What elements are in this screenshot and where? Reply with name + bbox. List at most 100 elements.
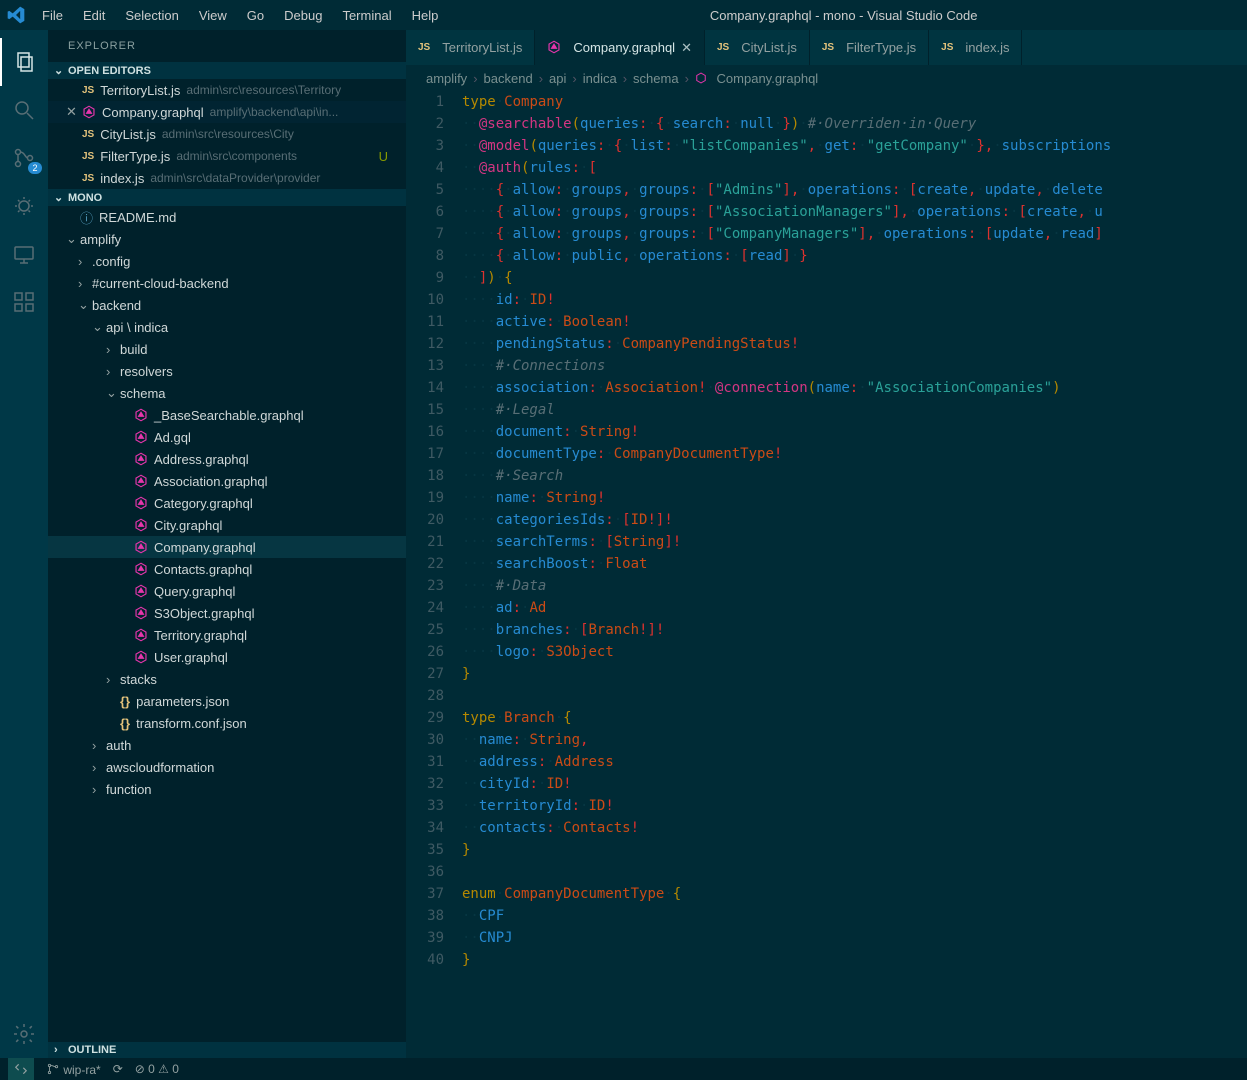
section-outline[interactable]: › Outline bbox=[48, 1042, 406, 1058]
status-problems[interactable]: ⊘ 0 ⚠ 0 bbox=[135, 1062, 179, 1076]
open-editor-item[interactable]: JSTerritoryList.jsadmin\src\resources\Te… bbox=[48, 79, 406, 101]
breadcrumb-item[interactable]: schema bbox=[633, 71, 679, 86]
editor-tab[interactable]: Company.graphql✕ bbox=[535, 30, 705, 65]
section-workspace[interactable]: ⌄ mono bbox=[48, 189, 406, 206]
file-name: TerritoryList.js bbox=[100, 83, 180, 98]
menu-terminal[interactable]: Terminal bbox=[334, 4, 399, 27]
tree-item-label: parameters.json bbox=[136, 694, 229, 709]
status-sync[interactable]: ⟳ bbox=[113, 1062, 123, 1076]
breadcrumb-item[interactable]: api bbox=[549, 71, 566, 86]
tree-file[interactable]: Territory.graphql bbox=[48, 624, 406, 646]
sidebar: Explorer ⌄ Open Editors JSTerritoryList.… bbox=[48, 30, 406, 1058]
tree-folder[interactable]: ⌄schema bbox=[48, 382, 406, 404]
open-editor-item[interactable]: JSCityList.jsadmin\src\resources\City bbox=[48, 123, 406, 145]
open-editor-item[interactable]: ✕Company.graphqlamplify\backend\api\in..… bbox=[48, 101, 406, 123]
breadcrumb-item[interactable]: amplify bbox=[426, 71, 467, 86]
tree-folder[interactable]: ›awscloudformation bbox=[48, 756, 406, 778]
breadcrumb[interactable]: amplify›backend›api›indica›schema› Compa… bbox=[406, 65, 1247, 91]
chevron-right-icon: › bbox=[92, 738, 106, 753]
tree-item-label: amplify bbox=[80, 232, 121, 247]
tree-file[interactable]: Category.graphql bbox=[48, 492, 406, 514]
tree-folder[interactable]: ›resolvers bbox=[48, 360, 406, 382]
file-path-hint: amplify\backend\api\in... bbox=[210, 105, 339, 119]
tree-folder[interactable]: ⌄backend bbox=[48, 294, 406, 316]
activity-extensions[interactable] bbox=[0, 278, 48, 326]
breadcrumb-item[interactable]: indica bbox=[583, 71, 617, 86]
tree-file[interactable]: S3Object.graphql bbox=[48, 602, 406, 624]
js-icon: JS bbox=[82, 173, 94, 184]
activity-settings[interactable] bbox=[0, 1010, 48, 1058]
menu-debug[interactable]: Debug bbox=[276, 4, 330, 27]
tree-file[interactable]: Company.graphql bbox=[48, 536, 406, 558]
tree-folder[interactable]: ›function bbox=[48, 778, 406, 800]
tree-file[interactable]: User.graphql bbox=[48, 646, 406, 668]
tree-item-label: Ad.gql bbox=[154, 430, 191, 445]
activity-scm[interactable]: 2 bbox=[0, 134, 48, 182]
editor-tab[interactable]: JSTerritoryList.js bbox=[406, 30, 535, 65]
tree-file[interactable]: {}transform.conf.json bbox=[48, 712, 406, 734]
file-path-hint: admin\src\components bbox=[176, 149, 297, 163]
breadcrumb-separator: › bbox=[473, 71, 477, 86]
chevron-right-icon: › bbox=[92, 782, 106, 797]
tree-file[interactable]: Query.graphql bbox=[48, 580, 406, 602]
editor-area: JSTerritoryList.jsCompany.graphql✕JSCity… bbox=[406, 30, 1247, 1058]
status-branch[interactable]: wip-ra* bbox=[46, 1062, 101, 1077]
breadcrumb-item[interactable]: Company.graphql bbox=[695, 71, 818, 86]
breadcrumb-separator: › bbox=[539, 71, 543, 86]
scm-badge: 2 bbox=[28, 162, 42, 174]
tree-file[interactable]: Contacts.graphql bbox=[48, 558, 406, 580]
menu-help[interactable]: Help bbox=[404, 4, 447, 27]
tree-folder[interactable]: ›.config bbox=[48, 250, 406, 272]
activity-debug[interactable] bbox=[0, 182, 48, 230]
js-icon: JS bbox=[717, 42, 729, 53]
tree-item-label: auth bbox=[106, 738, 131, 753]
tree-file[interactable]: Association.graphql bbox=[48, 470, 406, 492]
tree-folder[interactable]: ›auth bbox=[48, 734, 406, 756]
tree-file[interactable]: Address.graphql bbox=[48, 448, 406, 470]
open-editor-item[interactable]: JSFilterType.jsadmin\src\componentsU bbox=[48, 145, 406, 167]
activity-remote[interactable] bbox=[0, 230, 48, 278]
editor-tab[interactable]: JSFilterType.js bbox=[810, 30, 929, 65]
activity-explorer[interactable] bbox=[0, 38, 48, 86]
tree-folder[interactable]: ›build bbox=[48, 338, 406, 360]
tree-item-label: City.graphql bbox=[154, 518, 222, 533]
status-bar: wip-ra* ⟳ ⊘ 0 ⚠ 0 bbox=[0, 1058, 1247, 1080]
editor-tab[interactable]: JS CityList.js bbox=[705, 30, 810, 65]
graphql-icon bbox=[134, 606, 148, 623]
graphql-icon bbox=[134, 628, 148, 645]
chevron-right-icon: › bbox=[92, 760, 106, 775]
tree-file[interactable]: {}parameters.json bbox=[48, 690, 406, 712]
tree-folder[interactable]: ⌄amplify bbox=[48, 228, 406, 250]
menu-edit[interactable]: Edit bbox=[75, 4, 113, 27]
tab-label: FilterType.js bbox=[846, 40, 916, 55]
section-open-editors[interactable]: ⌄ Open Editors bbox=[48, 62, 406, 79]
code-content[interactable]: type·Company··@searchable(queries:·{·sea… bbox=[462, 91, 1247, 1058]
status-remote[interactable] bbox=[8, 1058, 34, 1080]
titlebar: FileEditSelectionViewGoDebugTerminalHelp… bbox=[0, 0, 1247, 30]
graphql-icon bbox=[134, 518, 148, 535]
activity-search[interactable] bbox=[0, 86, 48, 134]
tree-file[interactable]: _BaseSearchable.graphql bbox=[48, 404, 406, 426]
tree-folder[interactable]: ⌄api \ indica bbox=[48, 316, 406, 338]
menu-go[interactable]: Go bbox=[239, 4, 272, 27]
tree-file[interactable]: Ad.gql bbox=[48, 426, 406, 448]
editor-tab[interactable]: JSindex.js bbox=[929, 30, 1022, 65]
close-icon[interactable]: ✕ bbox=[681, 40, 692, 56]
tree-item-label: Company.graphql bbox=[154, 540, 256, 555]
tree-file[interactable]: ⓘREADME.md bbox=[48, 206, 406, 228]
breadcrumb-separator: › bbox=[623, 71, 627, 86]
chevron-down-icon: ⌄ bbox=[66, 231, 80, 247]
tree-file[interactable]: City.graphql bbox=[48, 514, 406, 536]
tab-label: CityList.js bbox=[741, 40, 797, 55]
code-area[interactable]: 1234567891011121314151617181920212223242… bbox=[406, 91, 1247, 1058]
breadcrumb-item[interactable]: backend bbox=[484, 71, 533, 86]
tree-folder[interactable]: ›stacks bbox=[48, 668, 406, 690]
menu-selection[interactable]: Selection bbox=[117, 4, 186, 27]
menu-view[interactable]: View bbox=[191, 4, 235, 27]
js-icon: JS bbox=[418, 42, 430, 53]
file-tree: ⓘREADME.md⌄amplify›.config›#current-clou… bbox=[48, 206, 406, 1042]
tree-folder[interactable]: ›#current-cloud-backend bbox=[48, 272, 406, 294]
open-editor-item[interactable]: JSindex.jsadmin\src\dataProvider\provide… bbox=[48, 167, 406, 189]
menu-file[interactable]: File bbox=[34, 4, 71, 27]
close-icon[interactable]: ✕ bbox=[66, 104, 82, 120]
